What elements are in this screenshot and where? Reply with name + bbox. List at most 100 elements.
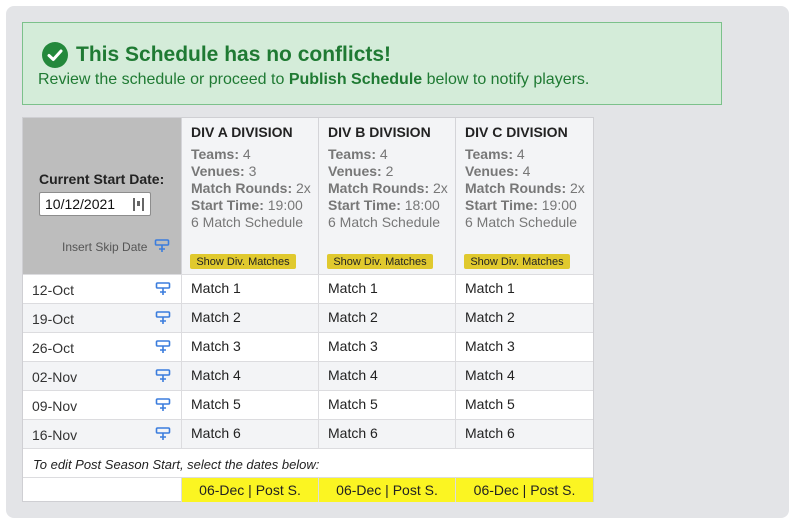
start-date-panel: Current Start Date: 10/12/2021 Insert Sk…: [23, 118, 181, 274]
banner-message-pre: Review the schedule or proceed to: [38, 71, 289, 88]
match-cell[interactable]: Match 6: [181, 420, 318, 448]
start-time-line: Start Time: 18:00: [328, 197, 448, 214]
post-season-date-cell[interactable]: 06-Dec | Post S.: [318, 478, 455, 502]
post-season-row: 06-Dec | Post S. 06-Dec | Post S. 06-Dec |…: [23, 477, 593, 502]
match-cell[interactable]: Match 6: [318, 420, 455, 448]
schedule-row: 12-Oct Match 1 Match 1 Match 1: [23, 274, 593, 303]
check-circle-icon: [42, 42, 68, 68]
start-date-value: 10/12/2021: [45, 196, 116, 212]
no-conflicts-banner: This Schedule has no conflicts! Review t…: [22, 22, 722, 105]
insert-row-icon[interactable]: [155, 427, 171, 441]
rounds-value: 2x: [570, 180, 585, 196]
show-div-matches-button[interactable]: Show Div. Matches: [464, 254, 570, 269]
insert-row-icon[interactable]: [155, 311, 171, 325]
division-info: Teams: 4 Venues: 3 Match Rounds: 2x Start T…: [191, 146, 311, 231]
row-date: 12-Oct: [32, 282, 75, 298]
start-time-value: 19:00: [267, 197, 303, 213]
start-date-input[interactable]: 10/12/2021: [39, 192, 151, 216]
publish-schedule-ref: Publish Schedule: [288, 71, 423, 88]
post-season-date-cell[interactable]: 06-Dec | Post S.: [455, 478, 593, 502]
match-cell[interactable]: Match 2: [318, 304, 455, 332]
schedule-row: 09-Nov Match 5 Match 5 Match 5: [23, 390, 593, 419]
calendar-icon[interactable]: [133, 198, 144, 211]
teams-line: Teams: 4: [191, 146, 311, 163]
rounds-label: Match Rounds:: [191, 180, 293, 196]
rounds-label: Match Rounds:: [328, 180, 430, 196]
start-time-value: 18:00: [404, 197, 440, 213]
schedule-row: 02-Nov Match 4 Match 4 Match 4: [23, 361, 593, 390]
teams-line: Teams: 4: [465, 146, 585, 163]
venues-label: Venues:: [191, 163, 245, 179]
schedule-row: 26-Oct Match 3 Match 3 Match 3: [23, 332, 593, 361]
rounds-line: Match Rounds: 2x: [328, 180, 448, 197]
post-season-note: To edit Post Season Start, select the da…: [33, 457, 320, 472]
row-date: 09-Nov: [32, 398, 78, 414]
division-header: DIV B DIVISION Teams: 4 Venues: 2 Match Rou…: [318, 118, 455, 274]
match-cell[interactable]: Match 1: [455, 275, 593, 303]
match-cell[interactable]: Match 4: [318, 362, 455, 390]
match-cell[interactable]: Match 1: [181, 275, 318, 303]
insert-row-icon[interactable]: [155, 398, 171, 412]
division-info: Teams: 4 Venues: 4 Match Rounds: 2x Start T…: [465, 146, 585, 231]
row-date: 16-Nov: [32, 427, 78, 443]
venues-value: 2: [385, 163, 394, 179]
schedule-summary: 6 Match Schedule: [328, 214, 441, 230]
schedule-table: Current Start Date: 10/12/2021 Insert Sk…: [22, 117, 594, 502]
insert-skip-date-label: Insert Skip Date: [62, 240, 148, 254]
start-time-label: Start Time:: [191, 197, 264, 213]
rounds-value: 2x: [296, 180, 311, 196]
match-cell[interactable]: Match 5: [318, 391, 455, 419]
division-name: DIV C DIVISION: [465, 124, 568, 140]
start-time-line: Start Time: 19:00: [465, 197, 585, 214]
match-cell[interactable]: Match 5: [455, 391, 593, 419]
venues-line: Venues: 3: [191, 163, 311, 180]
teams-value: 4: [242, 146, 251, 162]
insert-row-icon[interactable]: [155, 369, 171, 383]
post-season-date-cell[interactable]: 06-Dec | Post S.: [181, 478, 318, 502]
rounds-line: Match Rounds: 2x: [465, 180, 585, 197]
schedule-summary: 6 Match Schedule: [465, 214, 578, 230]
venues-value: 3: [248, 163, 257, 179]
match-cell[interactable]: Match 3: [318, 333, 455, 361]
venues-line: Venues: 4: [465, 163, 585, 180]
show-div-matches-button[interactable]: Show Div. Matches: [327, 254, 433, 269]
division-name: DIV B DIVISION: [328, 124, 431, 140]
venues-label: Venues:: [465, 163, 519, 179]
insert-row-icon[interactable]: [155, 340, 171, 354]
match-cell[interactable]: Match 1: [318, 275, 455, 303]
match-cell[interactable]: Match 2: [455, 304, 593, 332]
venues-label: Venues:: [328, 163, 382, 179]
start-time-label: Start Time:: [328, 197, 401, 213]
teams-label: Teams:: [328, 146, 376, 162]
match-cell[interactable]: Match 5: [181, 391, 318, 419]
venues-value: 4: [522, 163, 531, 179]
match-cell[interactable]: Match 6: [455, 420, 593, 448]
match-cell[interactable]: Match 4: [181, 362, 318, 390]
row-date: 19-Oct: [32, 311, 75, 327]
teams-label: Teams:: [465, 146, 513, 162]
show-div-matches-button[interactable]: Show Div. Matches: [190, 254, 296, 269]
start-time-line: Start Time: 19:00: [191, 197, 311, 214]
schedule-summary: 6 Match Schedule: [191, 214, 304, 230]
rounds-value: 2x: [433, 180, 448, 196]
venues-line: Venues: 2: [328, 163, 448, 180]
start-time-value: 19:00: [541, 197, 577, 213]
current-start-date-label: Current Start Date:: [39, 171, 165, 187]
teams-value: 4: [379, 146, 388, 162]
match-cell[interactable]: Match 2: [181, 304, 318, 332]
division-header: DIV C DIVISION Teams: 4 Venues: 4 Match Rou…: [455, 118, 593, 274]
rounds-line: Match Rounds: 2x: [191, 180, 311, 197]
teams-value: 4: [516, 146, 525, 162]
row-date: 02-Nov: [32, 369, 78, 385]
teams-label: Teams:: [191, 146, 239, 162]
row-date: 26-Oct: [32, 340, 75, 356]
match-cell[interactable]: Match 4: [455, 362, 593, 390]
banner-message: Review the schedule or proceed to Publis…: [38, 71, 589, 89]
insert-row-icon[interactable]: [155, 282, 171, 296]
post-season-note-row: To edit Post Season Start, select the da…: [23, 448, 593, 477]
insert-row-icon[interactable]: [154, 239, 170, 253]
match-cell[interactable]: Match 3: [455, 333, 593, 361]
schedule-row: 16-Nov Match 6 Match 6 Match 6: [23, 419, 593, 448]
match-cell[interactable]: Match 3: [181, 333, 318, 361]
rounds-label: Match Rounds:: [465, 180, 567, 196]
